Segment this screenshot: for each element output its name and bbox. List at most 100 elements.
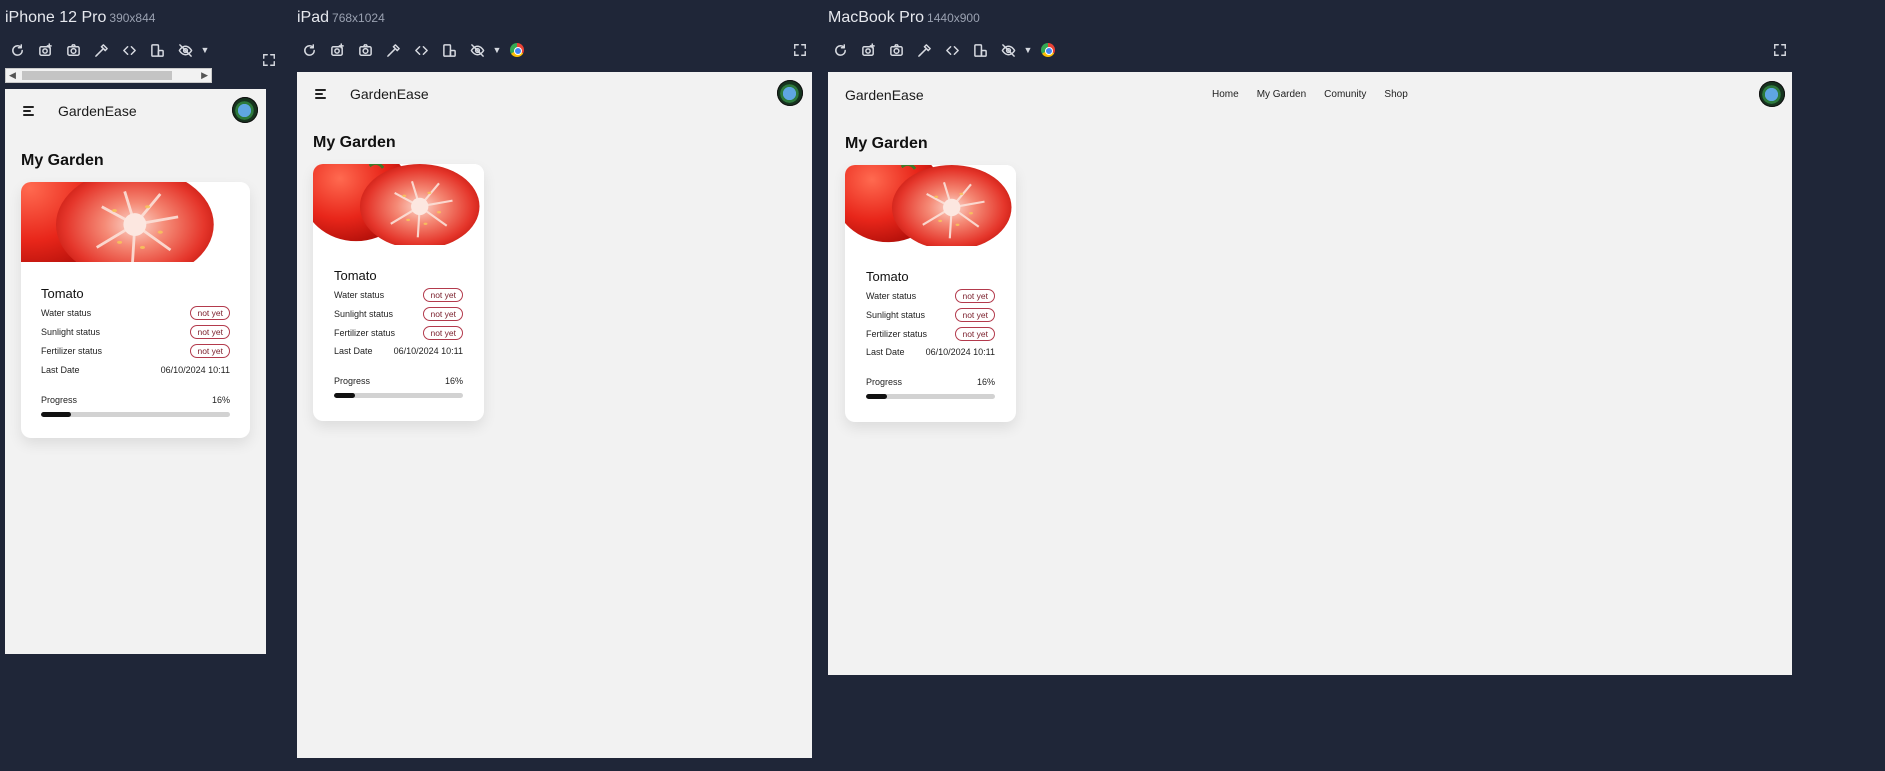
progress-fill: [866, 394, 887, 399]
plant-name: Tomato: [334, 268, 377, 283]
brand-title: GardenEase: [845, 87, 924, 103]
last-date-row: Last Date 06/10/2024 10:11: [41, 365, 230, 375]
sunlight-status-label: Sunlight status: [334, 309, 394, 319]
device-name: iPhone 12 Pro: [5, 9, 107, 26]
rotate-icon[interactable]: [435, 38, 463, 62]
sunlight-status-badge: not yet: [190, 325, 230, 339]
progress-row: Progress 16%: [334, 376, 463, 386]
fullscreen-icon[interactable]: [1768, 38, 1792, 62]
nav-community[interactable]: Comunity: [1324, 89, 1366, 100]
refresh-icon[interactable]: [826, 38, 854, 62]
nav-home[interactable]: Home: [1212, 89, 1239, 100]
menu-icon[interactable]: [315, 89, 327, 99]
nav-my-garden[interactable]: My Garden: [1257, 89, 1306, 100]
brand-title: GardenEase: [350, 86, 429, 102]
fertilizer-status-row: Fertilizer status not yet: [866, 327, 995, 341]
progress-fill: [334, 393, 355, 398]
viewport-ipad: GardenEase My Garden Tomato Water status…: [297, 72, 812, 758]
avatar[interactable]: [777, 80, 803, 106]
device-dims: 390x844: [109, 11, 156, 25]
scrollbar-thumb[interactable]: [22, 71, 172, 80]
refresh-icon[interactable]: [3, 38, 31, 62]
water-status-badge: not yet: [190, 306, 230, 320]
rotate-icon[interactable]: [143, 38, 171, 62]
last-date-value: 06/10/2024 10:11: [925, 347, 995, 357]
sunlight-status-badge: not yet: [423, 307, 463, 321]
device-dims: 768x1024: [332, 11, 385, 25]
device-name: iPad: [297, 9, 330, 26]
page-title: My Garden: [21, 152, 104, 169]
camera-icon[interactable]: [351, 38, 379, 62]
progress-percent: 16%: [444, 376, 463, 386]
fullscreen-icon[interactable]: [257, 48, 281, 72]
sunlight-status-row: Sunlight status not yet: [334, 307, 463, 321]
progress-label: Progress: [866, 377, 903, 387]
progress-bar: [866, 394, 995, 399]
water-status-row: Water status not yet: [334, 288, 463, 302]
sunlight-status-label: Sunlight status: [41, 327, 101, 337]
progress-label: Progress: [41, 395, 78, 405]
progress-row: Progress 16%: [866, 377, 995, 387]
device-dims: 1440x900: [927, 11, 980, 25]
code-icon[interactable]: [407, 38, 435, 62]
menu-icon[interactable]: [23, 106, 35, 116]
page-title: My Garden: [313, 134, 396, 151]
viewport-macbook: GardenEase Home My Garden Comunity Shop …: [828, 72, 1792, 675]
water-status-badge: not yet: [955, 289, 995, 303]
progress-percent: 16%: [976, 377, 995, 387]
fertilizer-status-badge: not yet: [955, 327, 995, 341]
brand-title: GardenEase: [58, 103, 137, 119]
progress-percent: 16%: [211, 395, 230, 405]
scroll-right-icon[interactable]: ▶: [201, 70, 208, 81]
progress-label: Progress: [334, 376, 371, 386]
hide-icon[interactable]: [994, 38, 1022, 62]
device-title: MacBook Pro 1440x900: [828, 9, 980, 27]
chevron-down-icon[interactable]: ▼: [1022, 38, 1034, 62]
eyedropper-icon[interactable]: [379, 38, 407, 62]
plant-card[interactable]: Tomato Water status not yet Sunlight sta…: [845, 165, 1016, 422]
avatar[interactable]: [232, 97, 258, 123]
last-date-label: Last Date: [334, 346, 373, 356]
plant-photo: [313, 164, 484, 245]
last-date-label: Last Date: [866, 347, 905, 357]
device-toolbar: ▼: [295, 38, 531, 62]
camera-icon[interactable]: [59, 38, 87, 62]
nav-shop[interactable]: Shop: [1384, 89, 1407, 100]
horizontal-scrollbar[interactable]: ◀ ▶: [5, 68, 212, 83]
progress-bar: [41, 412, 230, 417]
code-icon[interactable]: [938, 38, 966, 62]
camera-icon[interactable]: [882, 38, 910, 62]
sunlight-status-row: Sunlight status not yet: [866, 308, 995, 322]
hide-icon[interactable]: [171, 38, 199, 62]
plant-card[interactable]: Tomato Water status not yet Sunlight sta…: [21, 182, 250, 438]
screenshot-icon[interactable]: [323, 38, 351, 62]
chrome-icon[interactable]: [503, 38, 531, 62]
code-icon[interactable]: [115, 38, 143, 62]
chevron-down-icon[interactable]: ▼: [199, 38, 211, 62]
device-name: MacBook Pro: [828, 9, 925, 26]
hide-icon[interactable]: [463, 38, 491, 62]
fertilizer-status-label: Fertilizer status: [334, 328, 396, 338]
rotate-icon[interactable]: [966, 38, 994, 62]
scroll-left-icon[interactable]: ◀: [9, 70, 16, 81]
avatar[interactable]: [1759, 81, 1785, 107]
screenshot-icon[interactable]: [854, 38, 882, 62]
water-status-badge: not yet: [423, 288, 463, 302]
progress-fill: [41, 412, 72, 417]
screenshot-icon[interactable]: [31, 38, 59, 62]
device-title: iPhone 12 Pro 390x844: [5, 9, 155, 27]
progress-bar: [334, 393, 463, 398]
sunlight-status-row: Sunlight status not yet: [41, 325, 230, 339]
fullscreen-icon[interactable]: [788, 38, 812, 62]
water-status-label: Water status: [41, 308, 92, 318]
eyedropper-icon[interactable]: [910, 38, 938, 62]
chrome-icon[interactable]: [1034, 38, 1062, 62]
fertilizer-status-label: Fertilizer status: [866, 329, 928, 339]
sunlight-status-badge: not yet: [955, 308, 995, 322]
fertilizer-status-row: Fertilizer status not yet: [334, 326, 463, 340]
chevron-down-icon[interactable]: ▼: [491, 38, 503, 62]
plant-card[interactable]: Tomato Water status not yet Sunlight sta…: [313, 164, 484, 421]
fertilizer-status-badge: not yet: [423, 326, 463, 340]
eyedropper-icon[interactable]: [87, 38, 115, 62]
refresh-icon[interactable]: [295, 38, 323, 62]
